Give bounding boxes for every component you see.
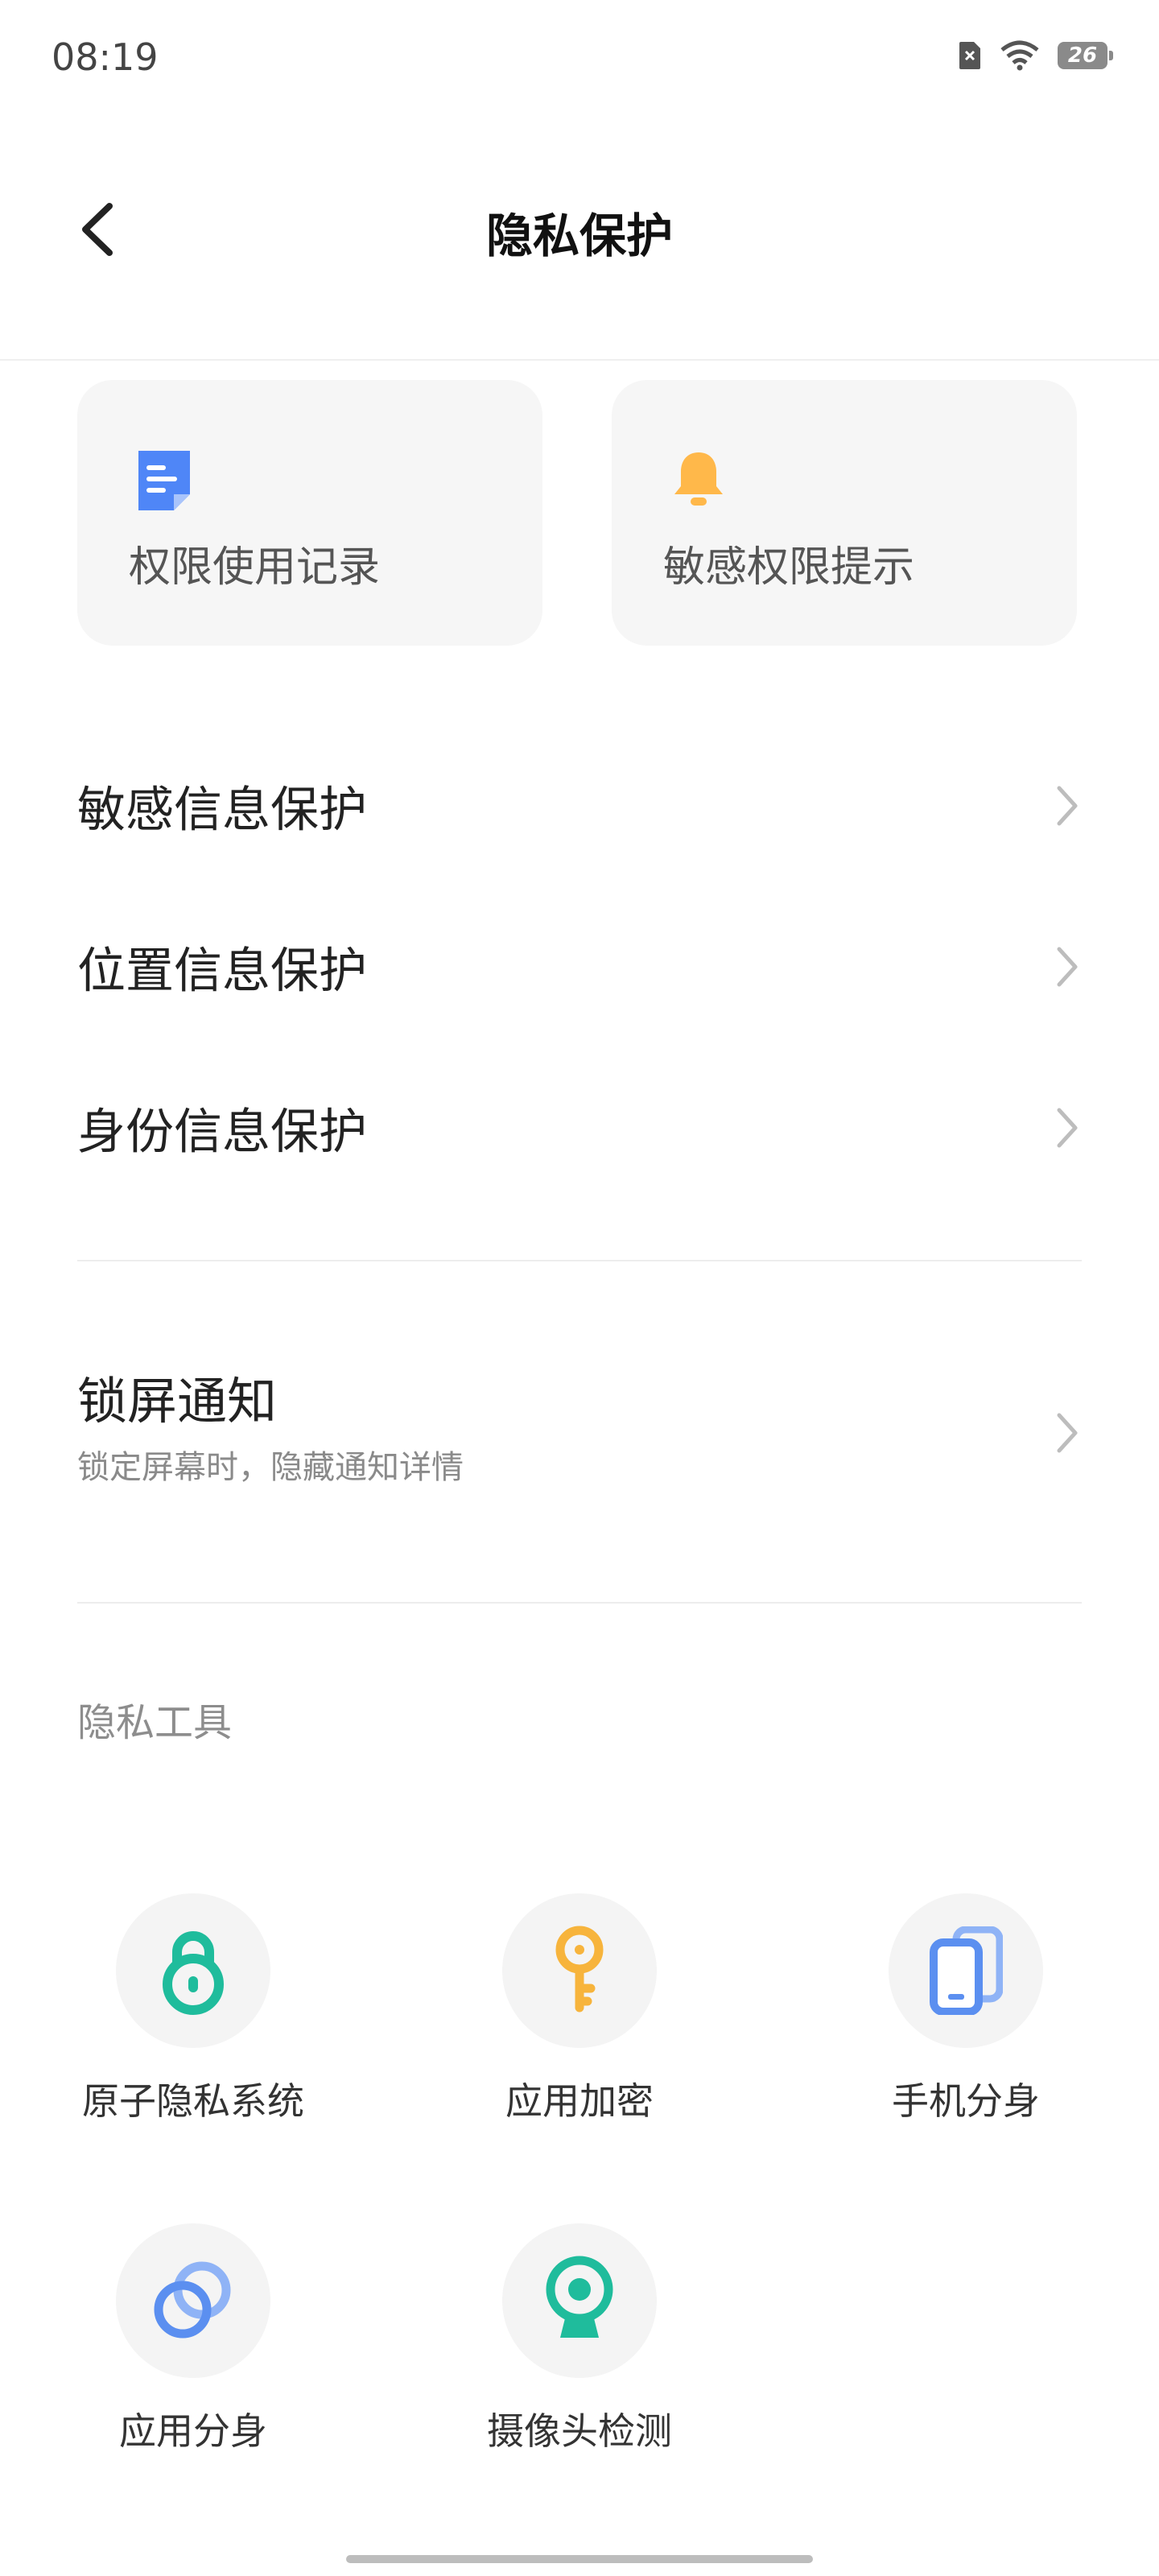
privacy-tools-section-title: 隐私工具 bbox=[77, 1700, 233, 1745]
battery-indicator: 26 bbox=[1058, 42, 1113, 69]
tool-app-encryption[interactable]: 应用加密 bbox=[443, 1893, 716, 2135]
tool-label: 应用分身 bbox=[119, 2409, 267, 2453]
row-location-info-protection[interactable]: 位置信息保护 bbox=[77, 898, 1082, 1035]
tool-label: 应用加密 bbox=[505, 2079, 654, 2123]
lock-icon bbox=[163, 1931, 224, 2015]
tool-icon-circle bbox=[502, 1893, 657, 2048]
row-sensitive-info-protection[interactable]: 敏感信息保护 bbox=[77, 737, 1082, 874]
sim-icon bbox=[959, 42, 980, 69]
tool-label: 手机分身 bbox=[892, 2079, 1040, 2123]
link-rings-icon bbox=[154, 2261, 231, 2339]
row-label: 位置信息保护 bbox=[77, 943, 367, 1000]
chevron-right-icon bbox=[1057, 947, 1078, 987]
card-label: 敏感权限提示 bbox=[663, 543, 915, 592]
section-divider bbox=[77, 1260, 1082, 1261]
page-title: 隐私保护 bbox=[485, 208, 673, 263]
wifi-icon bbox=[1000, 40, 1039, 71]
bell-icon bbox=[674, 452, 723, 506]
card-label: 权限使用记录 bbox=[129, 543, 381, 592]
camera-icon bbox=[546, 2256, 613, 2338]
row-label: 敏感信息保护 bbox=[77, 782, 367, 839]
tool-icon-circle bbox=[116, 2223, 270, 2378]
permission-usage-record-card[interactable]: 权限使用记录 bbox=[77, 380, 542, 646]
tool-atomic-privacy-system[interactable]: 原子隐私系统 bbox=[56, 1893, 330, 2135]
chevron-right-icon bbox=[1057, 1108, 1078, 1148]
tool-phone-clone[interactable]: 手机分身 bbox=[829, 1893, 1103, 2135]
row-label: 身份信息保护 bbox=[77, 1104, 367, 1161]
status-icons: 26 bbox=[958, 40, 1113, 71]
status-time: 08:19 bbox=[52, 35, 159, 79]
section-divider bbox=[77, 1602, 1082, 1604]
key-icon bbox=[555, 1926, 604, 2013]
tool-app-clone[interactable]: 应用分身 bbox=[56, 2223, 330, 2465]
tool-icon-circle bbox=[116, 1893, 270, 2048]
chevron-right-icon bbox=[1057, 1413, 1078, 1453]
tool-label: 原子隐私系统 bbox=[82, 2079, 304, 2123]
lock-screen-subtitle: 锁定屏幕时，隐藏通知详情 bbox=[77, 1449, 464, 1486]
lock-screen-title: 锁屏通知 bbox=[77, 1372, 278, 1430]
tool-icon-circle bbox=[889, 1893, 1043, 2048]
home-indicator[interactable] bbox=[346, 2555, 813, 2563]
tool-camera-detection[interactable]: 摄像头检测 bbox=[443, 2223, 716, 2465]
row-identity-info-protection[interactable]: 身份信息保护 bbox=[77, 1059, 1082, 1196]
sensitive-permission-alert-card[interactable]: 敏感权限提示 bbox=[612, 380, 1077, 646]
tool-label: 摄像头检测 bbox=[487, 2409, 672, 2453]
tool-icon-circle bbox=[502, 2223, 657, 2378]
chevron-right-icon bbox=[1057, 786, 1078, 826]
document-icon bbox=[138, 451, 190, 510]
phone-clone-icon bbox=[930, 1926, 1003, 2015]
header-divider bbox=[0, 359, 1159, 361]
